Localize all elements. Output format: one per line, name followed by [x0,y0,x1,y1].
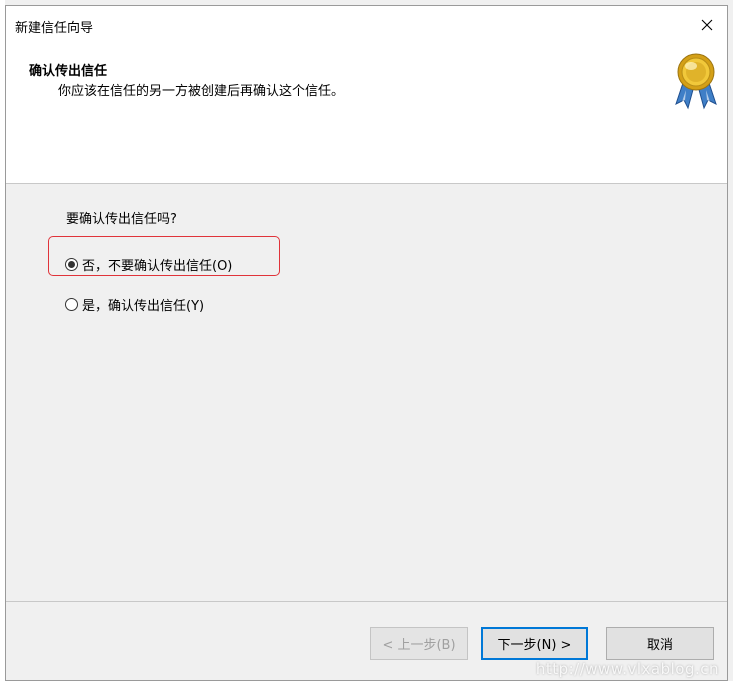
close-button[interactable] [687,6,727,43]
watermark-text: http://www.vlxablog.cn [535,660,719,678]
option-no-confirm-label: 否，不要确认传出信任(O) [82,259,233,274]
page-subtitle: 你应该在信任的另一方被创建后再确认这个信任。 [58,84,345,99]
back-button[interactable]: < 上一步(B) [370,627,468,660]
background-window-bottom [0,681,733,687]
radio-no-confirm[interactable] [65,258,78,271]
certificate-medal-icon [675,53,717,110]
option-yes-confirm[interactable]: 是，确认传出信任(Y) [65,295,204,314]
wizard-body: 要确认传出信任吗? 否，不要确认传出信任(O) 是，确认传出信任(Y) [6,184,727,602]
window-title: 新建信任向导 [15,21,94,36]
cancel-button[interactable]: 取消 [606,627,714,660]
option-yes-confirm-label: 是，确认传出信任(Y) [82,299,205,314]
radio-yes-confirm[interactable] [65,298,78,311]
screen: 新建信任向导 确认传出信任 你应该在信任的另一方被创建后再确认这个信任。 要确认… [0,0,733,687]
wizard-header: 确认传出信任 你应该在信任的另一方被创建后再确认这个信任。 [6,43,727,184]
new-trust-wizard-dialog: 新建信任向导 确认传出信任 你应该在信任的另一方被创建后再确认这个信任。 要确认… [5,5,728,681]
wizard-footer: < 上一步(B) 下一步(N) > 取消 http://www.vlxablog… [6,601,727,680]
confirm-question: 要确认传出信任吗? [66,212,177,227]
next-button[interactable]: 下一步(N) > [481,627,588,660]
page-title: 确认传出信任 [29,64,108,79]
title-bar: 新建信任向导 [6,6,727,43]
option-no-confirm[interactable]: 否，不要确认传出信任(O) [65,255,232,274]
close-icon [701,19,713,30]
